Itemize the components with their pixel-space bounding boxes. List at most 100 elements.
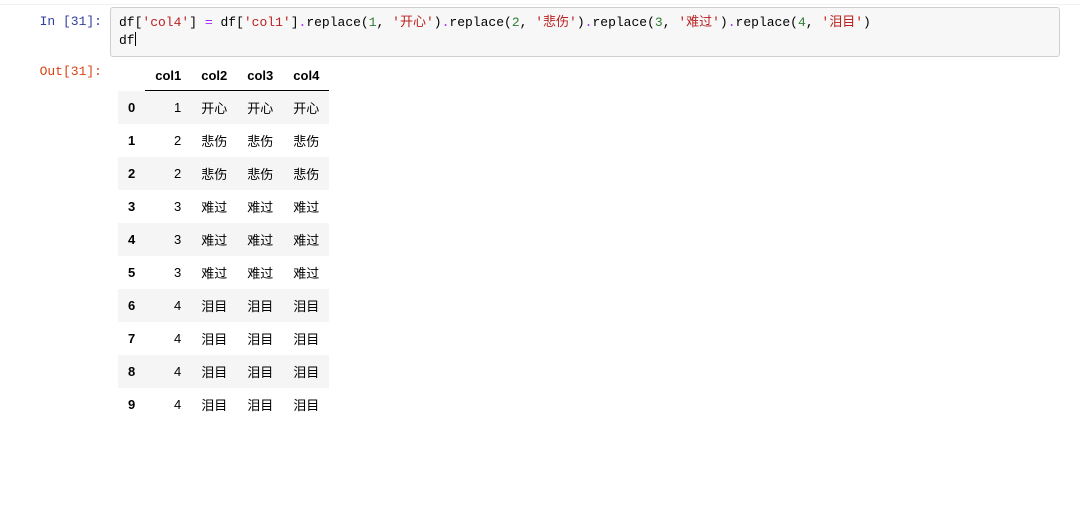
code-chain: .replace(1, '开心').replace(2, '悲伤').repla… [299,15,871,30]
code-token: replace [592,15,647,30]
row-index: 5 [118,256,145,289]
code-editor[interactable]: df['col4'] = df['col1'].replace(1, '开心')… [110,7,1060,57]
code-token-string: 'col4' [142,15,189,30]
table-row: 22悲伤悲伤悲伤 [118,157,329,190]
code-token: , [377,15,393,30]
table-cell: 开心 [191,91,237,125]
table-cell: 泪目 [237,355,283,388]
column-header: col2 [191,61,237,91]
code-token: ( [361,15,369,30]
table-header-row: col1 col2 col3 col4 [118,61,329,91]
notebook: In [31]: df['col4'] = df['col1'].replace… [0,0,1080,429]
row-index: 7 [118,322,145,355]
code-token-number: 3 [655,15,663,30]
text-cursor [135,32,136,46]
table-cell: 悲伤 [237,124,283,157]
code-token-operator: = [205,15,213,30]
code-token: ] [189,15,197,30]
code-token: replace [449,15,504,30]
row-index: 0 [118,91,145,125]
column-header: col4 [283,61,329,91]
code-token-string: '泪目' [821,15,863,30]
code-token-number: 4 [798,15,806,30]
row-index: 2 [118,157,145,190]
table-cell: 难过 [237,190,283,223]
table-row: 33难过难过难过 [118,190,329,223]
column-header: col3 [237,61,283,91]
code-line-1: df['col4'] = df['col1'].replace(1, '开心')… [119,14,1051,32]
table-cell: 开心 [237,91,283,125]
table-cell: 4 [145,355,191,388]
code-token: df[ [119,15,142,30]
dataframe-table: col1 col2 col3 col4 01开心开心开心12悲伤悲伤悲伤22悲伤… [118,61,329,421]
table-row: 12悲伤悲伤悲伤 [118,124,329,157]
table-cell: 难过 [191,256,237,289]
table-cell: 泪目 [237,388,283,421]
table-cell: 悲伤 [191,157,237,190]
code-token: ) [434,15,442,30]
table-corner [118,61,145,91]
code-token-operator: . [728,15,736,30]
table-cell: 2 [145,124,191,157]
table-row: 84泪目泪目泪目 [118,355,329,388]
table-cell: 难过 [283,190,329,223]
input-cell: In [31]: df['col4'] = df['col1'].replace… [0,7,1080,57]
code-token: ] [291,15,299,30]
code-token: replace [306,15,361,30]
table-body: 01开心开心开心12悲伤悲伤悲伤22悲伤悲伤悲伤33难过难过难过43难过难过难过… [118,91,329,422]
table-cell: 悲伤 [191,124,237,157]
table-cell: 泪目 [283,289,329,322]
table-cell: 3 [145,190,191,223]
table-cell: 泪目 [283,388,329,421]
output-cell: Out[31]: col1 col2 col3 col4 01开心开心开心12悲… [0,57,1080,429]
row-index: 3 [118,190,145,223]
table-cell: 1 [145,91,191,125]
code-token-string: '悲伤' [535,15,577,30]
code-token: , [663,15,679,30]
table-row: 53难过难过难过 [118,256,329,289]
table-cell: 泪目 [191,322,237,355]
table-cell: 难过 [283,223,329,256]
code-token-string: '难过' [678,15,720,30]
table-cell: 难过 [283,256,329,289]
row-index: 4 [118,223,145,256]
code-token: ) [577,15,585,30]
table-cell: 泪目 [191,388,237,421]
row-index: 1 [118,124,145,157]
out-prompt-label: Out[31]: [0,57,110,87]
table-cell: 4 [145,322,191,355]
table-cell: 泪目 [283,355,329,388]
code-token: df[ [220,15,243,30]
code-token: ( [504,15,512,30]
code-token: ( [790,15,798,30]
table-cell: 泪目 [237,289,283,322]
row-index: 8 [118,355,145,388]
table-cell: 泪目 [237,322,283,355]
code-token: df [119,33,135,48]
table-row: 43难过难过难过 [118,223,329,256]
table-cell: 泪目 [191,355,237,388]
code-token: , [806,15,822,30]
output-area: col1 col2 col3 col4 01开心开心开心12悲伤悲伤悲伤22悲伤… [110,57,1080,429]
table-cell: 泪目 [191,289,237,322]
table-cell: 难过 [191,223,237,256]
table-cell: 3 [145,256,191,289]
code-token-number: 2 [512,15,520,30]
column-header: col1 [145,61,191,91]
code-token-string: '开心' [392,15,434,30]
code-token: replace [736,15,791,30]
code-token: ) [863,15,871,30]
row-index: 9 [118,388,145,421]
table-cell: 开心 [283,91,329,125]
table-row: 74泪目泪目泪目 [118,322,329,355]
table-cell: 泪目 [283,322,329,355]
code-token: , [520,15,536,30]
table-cell: 4 [145,388,191,421]
row-index: 6 [118,289,145,322]
table-cell: 难过 [237,223,283,256]
table-cell: 3 [145,223,191,256]
code-token [197,15,205,30]
table-cell: 悲伤 [283,157,329,190]
code-token: ) [720,15,728,30]
in-prompt-label: In [31]: [0,7,110,37]
